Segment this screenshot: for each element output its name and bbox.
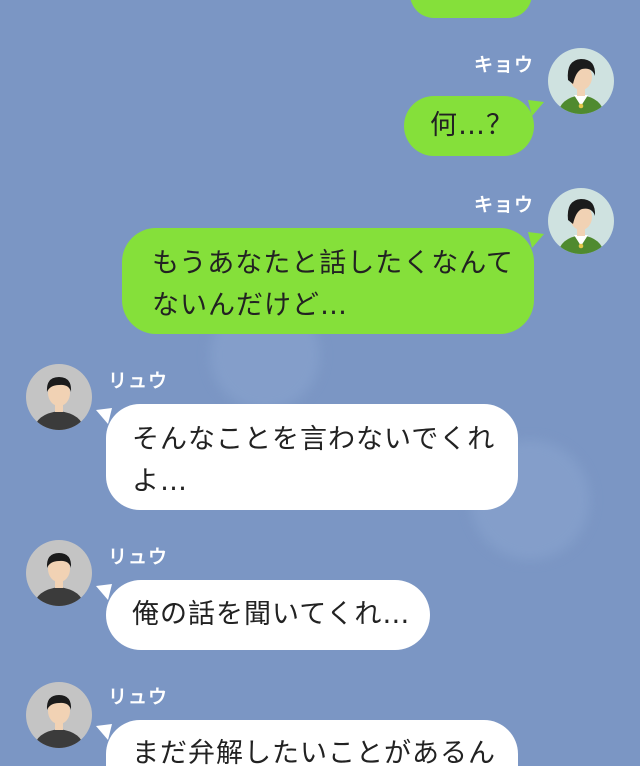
- bubble-tail: [528, 232, 544, 248]
- sender-name: キョウ: [473, 194, 534, 216]
- sender-name: キョウ: [473, 54, 534, 76]
- man-avatar-icon[interactable]: [26, 540, 92, 606]
- message-text: よ…: [132, 466, 188, 497]
- bubble-tail: [96, 408, 112, 424]
- message-text: 俺の話を聞いてくれ…: [132, 599, 411, 630]
- message-text: ないんだけど…: [152, 290, 348, 321]
- sender-name: リュウ: [108, 546, 169, 568]
- man-avatar-icon[interactable]: [26, 364, 92, 430]
- woman-avatar-icon[interactable]: [548, 188, 614, 254]
- chat-bubble-outgoing: 何…？: [404, 96, 534, 156]
- message-text: もうあなたと話したくなんて: [152, 248, 514, 279]
- woman-avatar-icon[interactable]: [548, 48, 614, 114]
- message-text: 何…？: [430, 110, 514, 141]
- chat-bubble-incoming: 俺の話を聞いてくれ…: [106, 580, 430, 650]
- chat-bubble-outgoing: [410, 0, 532, 18]
- message-text: まだ弁解したいことがあるん: [132, 738, 496, 766]
- message-text: そんなことを言わないでくれ: [132, 424, 496, 455]
- chat-bubble-incoming: そんなことを言わないでくれ よ…: [106, 404, 518, 510]
- man-avatar-icon[interactable]: [26, 682, 92, 748]
- bubble-tail: [528, 100, 544, 116]
- sender-name: リュウ: [108, 686, 169, 708]
- bubble-tail: [96, 724, 112, 740]
- chat-bubble-incoming: まだ弁解したいことがあるん: [106, 720, 518, 766]
- sender-name: リュウ: [108, 370, 169, 392]
- chat-bubble-outgoing: もうあなたと話したくなんて ないんだけど…: [122, 228, 534, 334]
- bubble-tail: [96, 584, 112, 600]
